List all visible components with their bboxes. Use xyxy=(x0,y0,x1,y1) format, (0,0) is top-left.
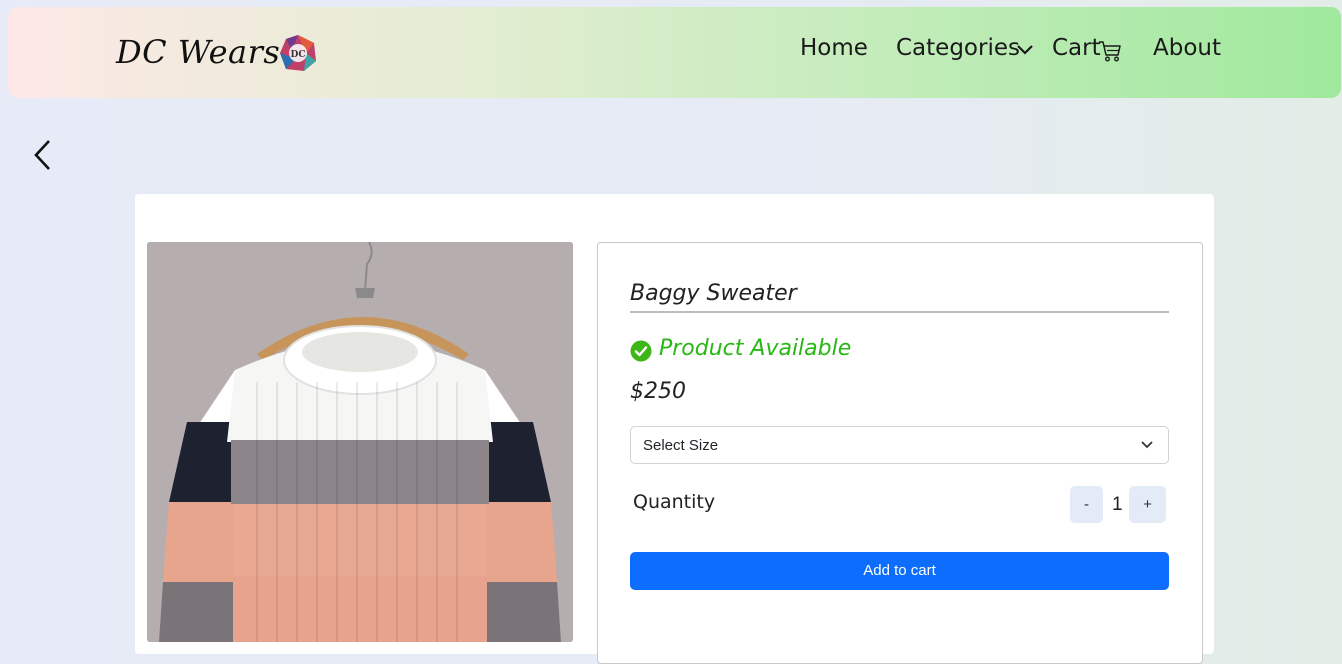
availability-status: Product Available xyxy=(659,336,852,361)
product-details-panel: Baggy Sweater Product Available $250 Sel… xyxy=(597,242,1203,664)
back-chevron-left-icon[interactable] xyxy=(30,138,56,172)
quantity-value: 1 xyxy=(1112,494,1123,515)
top-navbar: DC Wears DC Home Categories Cart About xyxy=(8,7,1341,98)
brand-name[interactable]: DC Wears xyxy=(116,33,280,71)
product-price: $250 xyxy=(630,379,686,404)
logo-text: DC xyxy=(291,50,306,60)
brand-logo-icon[interactable]: DC xyxy=(278,33,318,73)
chevron-down-icon[interactable] xyxy=(1016,43,1034,57)
chevron-down-icon xyxy=(1141,441,1153,449)
nav-about-link[interactable]: About xyxy=(1153,35,1221,61)
quantity-increase-button[interactable]: + xyxy=(1129,486,1166,523)
shopping-cart-icon[interactable] xyxy=(1098,39,1122,63)
size-select-value: Select Size xyxy=(643,437,719,454)
product-name: Baggy Sweater xyxy=(630,281,797,306)
add-to-cart-button[interactable]: Add to cart xyxy=(630,552,1169,590)
nav-cart-link[interactable]: Cart xyxy=(1052,35,1101,61)
nav-home-link[interactable]: Home xyxy=(800,35,868,61)
quantity-label: Quantity xyxy=(633,491,716,513)
check-circle-icon xyxy=(630,340,652,362)
product-image xyxy=(147,242,573,642)
nav-categories-link[interactable]: Categories xyxy=(896,35,1020,61)
divider xyxy=(630,311,1169,313)
quantity-decrease-button[interactable]: - xyxy=(1070,486,1103,523)
size-select[interactable]: Select Size xyxy=(630,426,1169,464)
